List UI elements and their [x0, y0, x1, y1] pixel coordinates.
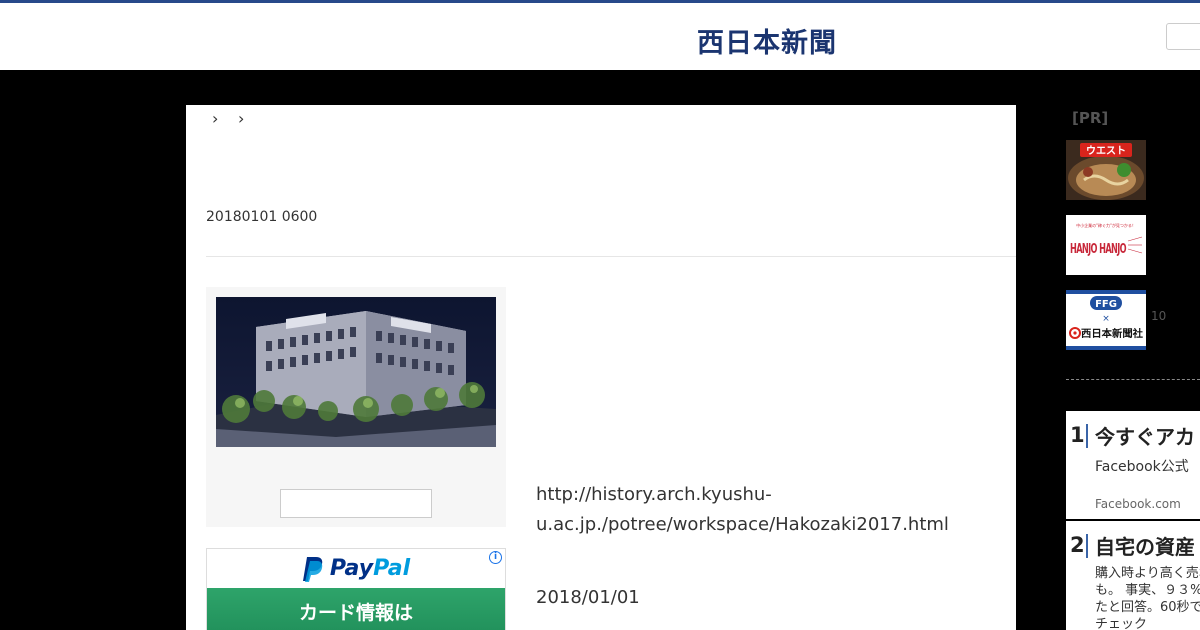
paypal-wordmark: PayPal	[329, 556, 411, 581]
ranking-number: 1	[1070, 423, 1085, 447]
pr-label: [PR]	[1072, 109, 1109, 127]
article-photo[interactable]	[216, 297, 496, 447]
article-pubdate: 20180101 0600	[206, 209, 318, 225]
ranking-item[interactable]: 2 自宅の資産 購入時より高く売れも。 事実、９３%たと回答。60秒でチェック	[1066, 521, 1200, 630]
site-header: 西日本新聞	[0, 0, 1200, 70]
header-search-input[interactable]	[1166, 23, 1200, 50]
nishinippon-label: 西日本新聞社	[1081, 327, 1143, 340]
ranking-domain: Facebook.com	[1095, 497, 1181, 511]
hanjo-logo-thumbnail: 中小企業の"稼ぐ力"が見つかる！ HANJO HANJO	[1066, 215, 1146, 275]
ranking-item[interactable]: 1 今すぐアカ Facebook公式 Facebook.com	[1066, 411, 1200, 519]
paypal-logo-icon	[302, 556, 323, 582]
ad-info-icon[interactable]: i	[489, 551, 502, 564]
breadcrumb-separator: ›	[212, 109, 219, 128]
west-label: ウエスト	[1086, 145, 1126, 157]
article-divider	[206, 256, 1016, 257]
ranking-description: 購入時より高く売れも。 事実、９３%たと回答。60秒でチェック	[1095, 566, 1200, 630]
ranking-title[interactable]: 今すぐアカ	[1095, 421, 1195, 450]
pr-item-hanjo[interactable]: 中小企業の"稼ぐ力"が見つかる！ HANJO HANJO	[1066, 215, 1146, 275]
pr-item-west[interactable]: ウエスト	[1066, 140, 1146, 200]
article-body-url: http://history.arch.kyushu-u.ac.jp./potr…	[536, 484, 949, 535]
ffg-times: ×	[1102, 314, 1110, 324]
ad-headline: カード情報は	[207, 588, 505, 630]
photo-caption-box	[280, 489, 432, 518]
ad-brand-row: PayPal i	[207, 549, 505, 588]
article-panel: › › 20180101 0600 PayPal i カード情報は http:/…	[186, 105, 1016, 630]
pr-count: 10	[1151, 309, 1167, 323]
pr-item-ffg[interactable]: FFG × 西日本新聞社	[1066, 290, 1146, 350]
paypal-advertisement[interactable]: PayPal i カード情報は	[206, 548, 506, 630]
hanjo-tagline: 中小企業の"稼ぐ力"が見つかる！	[1076, 222, 1136, 228]
ranking-bar	[1086, 534, 1088, 558]
ffg-nishinippon-thumbnail: FFG × 西日本新聞社	[1066, 290, 1146, 350]
article-body-date: 2018/01/01	[536, 587, 640, 608]
article-figure	[206, 287, 506, 527]
site-logo[interactable]: 西日本新聞	[697, 21, 837, 60]
breadcrumb-separator: ›	[238, 109, 245, 128]
west-noodle-thumbnail: ウエスト	[1066, 140, 1146, 200]
breadcrumb: › ›	[212, 109, 264, 128]
ranking-title[interactable]: 自宅の資産	[1095, 531, 1195, 560]
ranking-subtitle: Facebook公式	[1095, 459, 1189, 475]
point-cloud-building-image	[216, 297, 496, 447]
ffg-label: FFG	[1095, 299, 1117, 310]
sidebar-divider	[1066, 379, 1200, 380]
hanjo-wordmark: HANJO HANJO	[1070, 242, 1127, 257]
ranking-bar	[1086, 424, 1088, 448]
ranking-number: 2	[1070, 533, 1085, 557]
